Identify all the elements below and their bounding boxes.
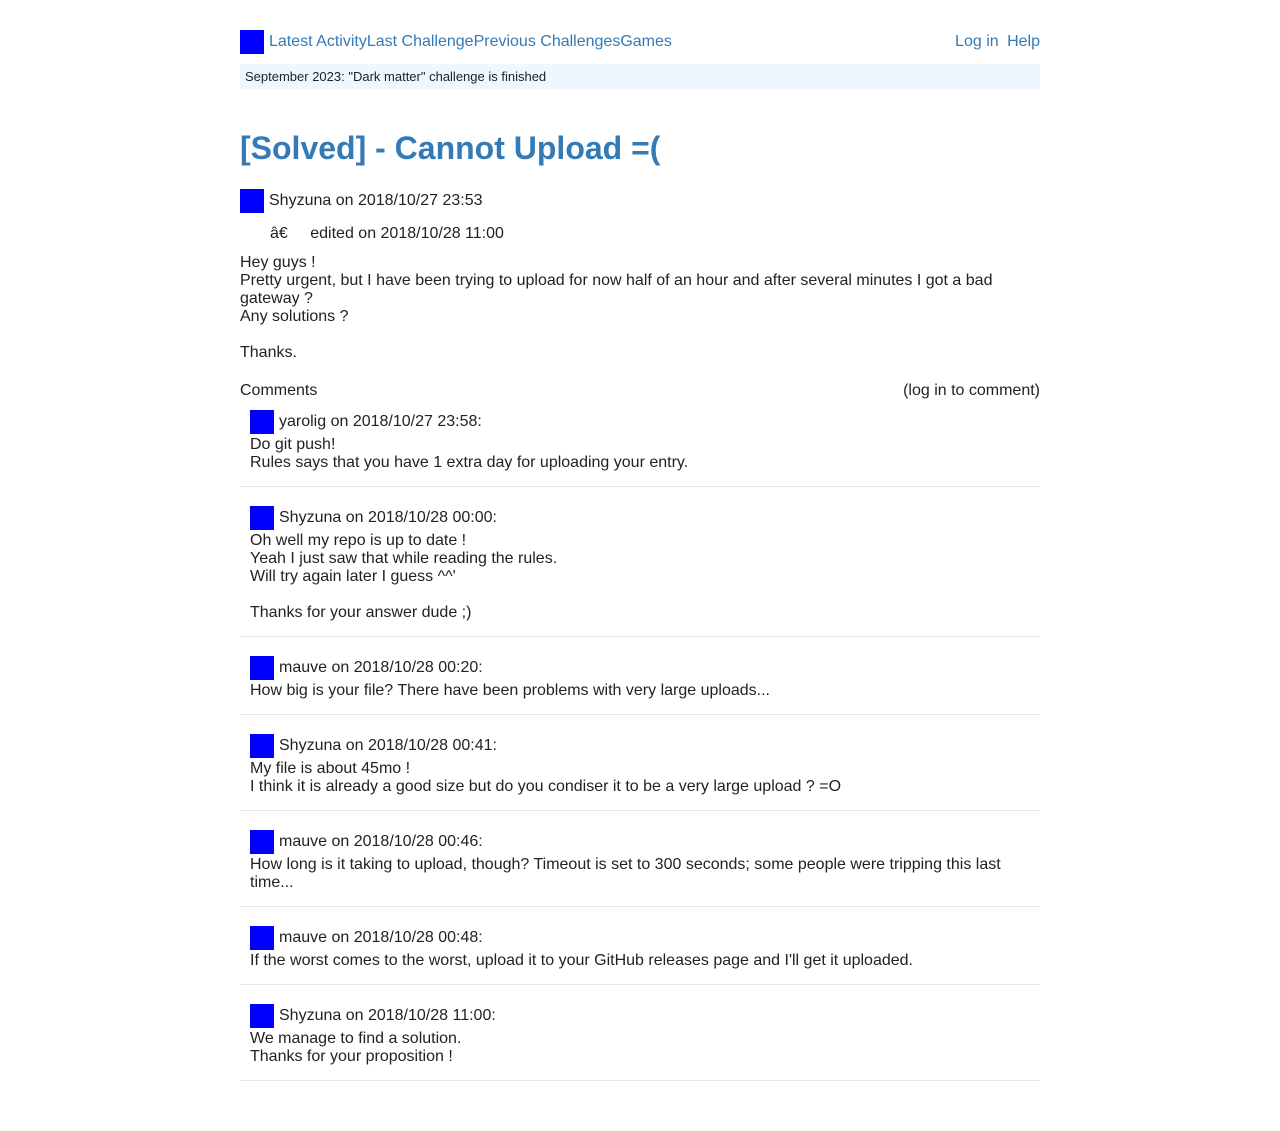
comment-item: mauve on 2018/10/28 00:20: How big is you… (240, 656, 1040, 715)
comments-header: Comments (log in to comment) (240, 381, 1040, 401)
help-link[interactable]: Help (1007, 33, 1040, 50)
comment-header: Shyzuna on 2018/10/28 00:41: (250, 734, 1040, 758)
comment-line: Rules says that you have 1 extra day for… (250, 454, 689, 471)
comment-author[interactable]: Shyzuna (279, 734, 341, 758)
login-to-comment[interactable]: (log in to comment) (903, 381, 1040, 401)
comment-item: mauve on 2018/10/28 00:48: If the worst c… (240, 926, 1040, 985)
comment-item: Shyzuna on 2018/10/28 11:00: We manage to… (240, 1004, 1040, 1081)
comment-author[interactable]: yarolig (279, 410, 326, 434)
comment-body: Oh well my repo is up to date ! Yeah I ju… (250, 532, 1040, 622)
comment-header: Shyzuna on 2018/10/28 11:00: (250, 1004, 1040, 1028)
post-edited-line: â€ edited on 2018/10/28 11:00 (270, 224, 504, 244)
comment-author[interactable]: Shyzuna (279, 506, 341, 530)
comment-line: I think it is already a good size but do… (250, 778, 842, 795)
comment-line: How long is it taking to upload, though?… (250, 856, 1001, 891)
comment-line (250, 586, 1040, 604)
comment-date: on 2018/10/28 11:00: (345, 1007, 496, 1024)
nav-previous-challenges[interactable]: Previous Challenges (474, 30, 621, 54)
comment-header: mauve on 2018/10/28 00:48: (250, 926, 1040, 950)
comment-header: Shyzuna on 2018/10/28 00:00: (250, 506, 1040, 530)
comment-line: Yeah I just saw that while reading the r… (250, 550, 558, 567)
comment-line: If the worst comes to the worst, upload … (250, 952, 913, 969)
nav-games[interactable]: Games (620, 30, 672, 54)
comment-body: If the worst comes to the worst, upload … (250, 952, 1040, 970)
announcement-banner: September 2023: "Dark matter" challenge … (240, 64, 1040, 89)
post-author[interactable]: Shyzuna (269, 189, 331, 213)
comment-header: yarolig on 2018/10/27 23:58: (250, 410, 1040, 434)
site-logo[interactable] (240, 30, 264, 54)
comment-date: on 2018/10/28 00:46: (331, 833, 483, 850)
comment-date: on 2018/10/27 23:58: (330, 413, 482, 430)
comment-line: Thanks for your proposition ! (250, 1048, 453, 1065)
post-body: Hey guys ! Pretty urgent, but I have been… (240, 254, 1040, 362)
nav-last-challenge[interactable]: Last Challenge (367, 30, 474, 54)
avatar[interactable] (250, 926, 274, 950)
post-body-line (240, 326, 1040, 344)
comment-date: on 2018/10/28 00:48: (331, 929, 483, 946)
comment-line: We manage to find a solution. (250, 1030, 462, 1047)
comment-date: on 2018/10/28 00:20: (331, 659, 483, 676)
comment-line: Will try again later I guess ^^' (250, 568, 456, 585)
comment-line: Do git push! (250, 436, 336, 453)
comment-author[interactable]: mauve (279, 656, 327, 680)
post-body-line: Pretty urgent, but I have been trying to… (240, 272, 993, 307)
edit-glyph: â€ (270, 225, 288, 242)
comment-author[interactable]: Shyzuna (279, 1004, 341, 1028)
comment-item: mauve on 2018/10/28 00:46: How long is it… (240, 830, 1040, 907)
comment-body: How big is your file? There have been pr… (250, 682, 1040, 700)
post-date: on 2018/10/27 23:53 (335, 192, 483, 209)
comment-date: on 2018/10/28 00:41: (345, 737, 497, 754)
post-author-line: Shyzuna on 2018/10/27 23:53 (240, 189, 483, 213)
comment-header: mauve on 2018/10/28 00:20: (250, 656, 1040, 680)
top-nav: Latest Activity Last Challenge Previous … (240, 30, 1040, 54)
comment-line: My file is about 45mo ! (250, 760, 411, 777)
comment-body: My file is about 45mo ! I think it is alr… (250, 760, 1040, 796)
comment-body: Do git push! Rules says that you have 1 e… (250, 436, 1040, 472)
nav-latest-activity[interactable]: Latest Activity (269, 30, 367, 54)
login-link[interactable]: Log in (955, 33, 999, 50)
comment-body: We manage to find a solution. Thanks for … (250, 1030, 1040, 1066)
avatar[interactable] (250, 830, 274, 854)
post-edited: edited on 2018/10/28 11:00 (310, 225, 504, 242)
comment-header: mauve on 2018/10/28 00:46: (250, 830, 1040, 854)
avatar[interactable] (250, 410, 274, 434)
avatar[interactable] (250, 1004, 274, 1028)
post-body-line: Any solutions ? (240, 308, 349, 325)
avatar[interactable] (240, 189, 264, 213)
comment-author[interactable]: mauve (279, 830, 327, 854)
comment-line: Oh well my repo is up to date ! (250, 532, 467, 549)
comment-item: Shyzuna on 2018/10/28 00:00: Oh well my r… (240, 506, 1040, 637)
avatar[interactable] (250, 656, 274, 680)
nav-left: Latest Activity Last Challenge Previous … (240, 30, 672, 54)
comment-author[interactable]: mauve (279, 926, 327, 950)
avatar[interactable] (250, 734, 274, 758)
comments-label: Comments (240, 382, 318, 399)
comment-item: yarolig on 2018/10/27 23:58: Do git push!… (240, 410, 1040, 487)
comment-item: Shyzuna on 2018/10/28 00:41: My file is a… (240, 734, 1040, 811)
page-title: [Solved] - Cannot Upload =( (240, 130, 661, 166)
comment-line: Thanks for your answer dude ;) (250, 604, 472, 621)
nav-right: Log in Help (951, 30, 1040, 54)
avatar[interactable] (250, 506, 274, 530)
post-body-line: Hey guys ! (240, 254, 316, 271)
comment-body: How long is it taking to upload, though?… (250, 856, 1040, 892)
comment-line: How big is your file? There have been pr… (250, 682, 770, 699)
post-body-line: Thanks. (240, 344, 297, 361)
comment-date: on 2018/10/28 00:00: (345, 509, 497, 526)
